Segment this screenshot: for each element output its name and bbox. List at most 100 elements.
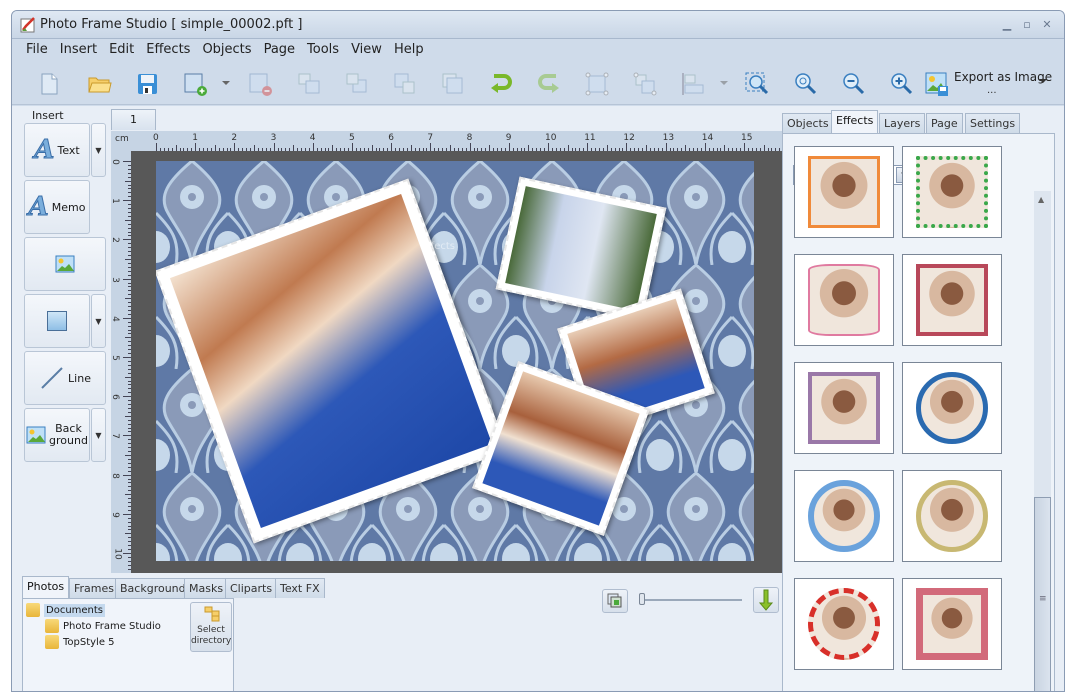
ruler-tick-label: 3 bbox=[109, 276, 120, 283]
menu-insert[interactable]: Insert bbox=[54, 40, 103, 62]
select-directory-button[interactable]: Select directory bbox=[190, 602, 232, 652]
tab-objects[interactable]: Objects bbox=[782, 113, 834, 133]
menu-file[interactable]: File bbox=[20, 40, 54, 62]
tab-layers[interactable]: Layers bbox=[879, 113, 926, 133]
insert-background-dropdown[interactable]: ▼ bbox=[91, 408, 106, 462]
frames-scrollbar[interactable]: ▲ ≡ bbox=[1034, 191, 1051, 691]
ungroup-icon bbox=[633, 72, 657, 96]
frame-thumbnail[interactable] bbox=[902, 470, 1002, 562]
ruler-tick-label: 1 bbox=[109, 198, 120, 205]
export-image-dots: ... bbox=[987, 85, 997, 96]
send-backward-button[interactable] bbox=[438, 69, 468, 99]
menu-effects[interactable]: Effects bbox=[140, 40, 196, 62]
ruler-tick-label: 3 bbox=[270, 133, 277, 143]
scroll-up-arrow-icon[interactable]: ▲ bbox=[1038, 195, 1044, 204]
tree-item-topstyle[interactable]: TopStyle 5 bbox=[45, 635, 115, 649]
add-page-dropdown-icon[interactable] bbox=[222, 80, 230, 86]
bring-to-front-button[interactable] bbox=[294, 69, 324, 99]
page-tab-1[interactable]: 1 bbox=[111, 109, 156, 130]
tab-effects[interactable]: Effects bbox=[831, 110, 879, 134]
frame-thumbnail[interactable] bbox=[794, 470, 894, 562]
delete-page-button[interactable] bbox=[245, 69, 275, 99]
open-button[interactable] bbox=[84, 69, 114, 99]
tab-page[interactable]: Page bbox=[926, 113, 963, 133]
slider-handle[interactable] bbox=[639, 593, 645, 605]
background-picture-icon bbox=[26, 426, 46, 444]
menu-edit[interactable]: Edit bbox=[103, 40, 140, 62]
canvas-area[interactable]: Effects bbox=[131, 151, 782, 573]
thumbnail-size-slider[interactable] bbox=[638, 593, 746, 607]
export-image-button[interactable] bbox=[922, 69, 952, 99]
maximize-button[interactable]: ▫ bbox=[1020, 18, 1034, 31]
tab-photos[interactable]: Photos bbox=[22, 576, 70, 598]
tree-item-documents[interactable]: Documents bbox=[26, 603, 106, 617]
stacked-pictures-icon bbox=[607, 593, 622, 608]
frame-thumbnail[interactable] bbox=[902, 146, 1002, 238]
insert-picture-button[interactable] bbox=[24, 237, 106, 291]
tab-background[interactable]: Background bbox=[115, 578, 191, 598]
frame-preview-photo bbox=[916, 156, 988, 228]
menu-page[interactable]: Page bbox=[258, 40, 301, 62]
menu-objects[interactable]: Objects bbox=[196, 40, 257, 62]
ruler-tick bbox=[123, 200, 131, 202]
import-photos-button[interactable] bbox=[753, 587, 779, 613]
frame-thumbnail[interactable] bbox=[794, 254, 894, 346]
photo-lace-dress bbox=[505, 186, 657, 311]
new-button[interactable] bbox=[34, 69, 64, 99]
ruler-tick bbox=[665, 143, 667, 151]
menu-view[interactable]: View bbox=[345, 40, 388, 62]
add-page-button[interactable] bbox=[180, 69, 210, 99]
insert-text-dropdown[interactable]: ▼ bbox=[91, 123, 106, 177]
insert-line-button[interactable]: Line bbox=[24, 351, 106, 405]
align-dropdown-icon[interactable] bbox=[720, 80, 728, 86]
ungroup-button[interactable] bbox=[630, 69, 660, 99]
save-disk-icon bbox=[138, 74, 157, 94]
ruler-tick bbox=[744, 143, 745, 151]
frame-thumbnail[interactable] bbox=[794, 578, 894, 670]
view-mode-button[interactable] bbox=[602, 589, 628, 613]
zoom-out-button[interactable] bbox=[838, 69, 868, 99]
insert-panel-title: Insert bbox=[32, 109, 64, 122]
insert-memo-button[interactable]: A Memo bbox=[24, 180, 90, 234]
export-dropdown-icon[interactable] bbox=[1039, 78, 1047, 84]
tab-masks[interactable]: Masks bbox=[184, 578, 229, 598]
zoom-in-button[interactable] bbox=[886, 69, 916, 99]
tab-cliparts[interactable]: Cliparts bbox=[225, 578, 278, 598]
bring-forward-button[interactable] bbox=[390, 69, 420, 99]
frame-thumbnail[interactable] bbox=[902, 254, 1002, 346]
tree-item-photo-frame-studio[interactable]: Photo Frame Studio bbox=[45, 619, 161, 633]
group-button[interactable] bbox=[582, 69, 612, 99]
tab-text-fx[interactable]: Text FX bbox=[275, 578, 325, 598]
ruler-tick bbox=[123, 357, 131, 358]
menu-help[interactable]: Help bbox=[388, 40, 430, 62]
scrollbar-thumb[interactable]: ≡ bbox=[1034, 497, 1051, 691]
close-button[interactable]: ✕ bbox=[1040, 18, 1054, 31]
ruler-tick bbox=[391, 143, 393, 151]
save-button[interactable] bbox=[132, 69, 162, 99]
menu-tools[interactable]: Tools bbox=[301, 40, 345, 62]
ruler-tick bbox=[123, 278, 131, 280]
tab-frames[interactable]: Frames bbox=[69, 578, 120, 598]
insert-shape-button[interactable] bbox=[24, 294, 90, 348]
ruler-tick-label: 8 bbox=[466, 133, 473, 143]
zoom-actual-button[interactable] bbox=[790, 69, 820, 99]
minimize-button[interactable]: ▁ bbox=[1000, 18, 1014, 31]
frame-preview-photo bbox=[916, 264, 988, 336]
insert-background-button[interactable]: Back ground bbox=[24, 408, 90, 462]
align-button[interactable] bbox=[678, 69, 708, 99]
zoom-fit-button[interactable] bbox=[742, 69, 772, 99]
frame-thumbnail[interactable] bbox=[902, 362, 1002, 454]
undo-button[interactable] bbox=[486, 69, 516, 99]
frame-thumbnail[interactable] bbox=[794, 146, 894, 238]
tab-settings[interactable]: Settings bbox=[965, 113, 1021, 133]
insert-shape-dropdown[interactable]: ▼ bbox=[91, 294, 106, 348]
zoom-actual-icon bbox=[795, 73, 817, 95]
frame-thumbnail[interactable] bbox=[902, 578, 1002, 670]
ruler-tick-label: 15 bbox=[741, 133, 753, 143]
redo-button[interactable] bbox=[534, 69, 564, 99]
frame-thumbnail[interactable] bbox=[794, 362, 894, 454]
insert-text-button[interactable]: A Text bbox=[24, 123, 90, 177]
design-page[interactable]: Effects bbox=[156, 161, 754, 561]
send-to-back-button[interactable] bbox=[342, 69, 372, 99]
export-image-label[interactable]: Export as Image bbox=[954, 71, 1052, 84]
